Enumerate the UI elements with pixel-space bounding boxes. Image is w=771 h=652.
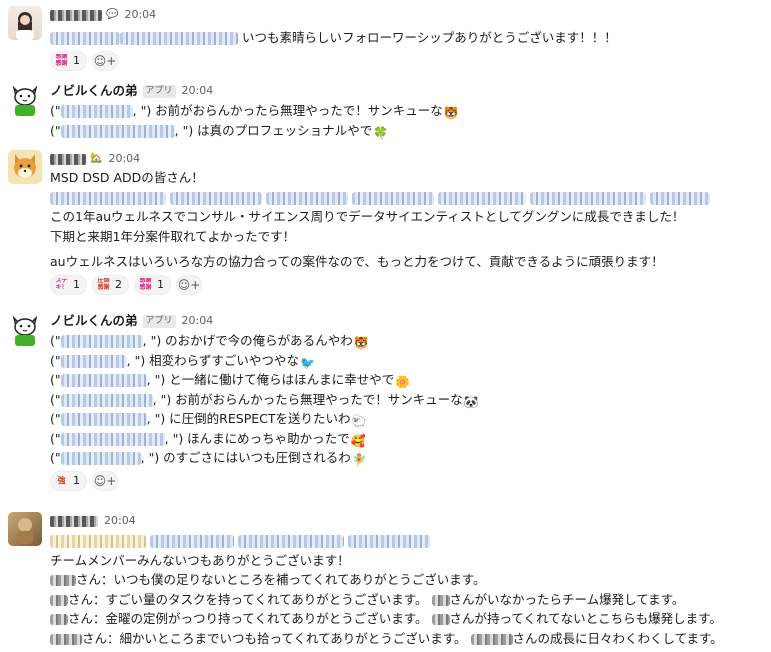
reaction-tsuyoi[interactable]: 強い 1 (50, 470, 87, 491)
name-redacted (50, 633, 82, 645)
tiger-emoji: 🐯 (443, 106, 459, 120)
clover-emoji: 🍀 (373, 125, 389, 140)
cat-bot-icon (12, 85, 38, 116)
reaction-bar: ステ キ！ 1 圧倒 感謝 2 感謝 感謝 1 ☺+ (50, 274, 765, 296)
author-name-redacted[interactable] (50, 9, 102, 21)
reaction-attoteki-kansha[interactable]: 圧倒 感謝 2 (92, 274, 129, 295)
figurine-avatar-icon (17, 518, 33, 544)
kansha-emoji-icon: 感謝 感謝 (139, 278, 152, 291)
fairy-emoji: 🧚 (351, 453, 367, 467)
cat-bot-icon (12, 315, 38, 346)
mention-redacted[interactable] (649, 191, 710, 205)
timestamp[interactable]: 20:04 (182, 312, 214, 330)
panda-emoji: 🐼 (463, 394, 479, 409)
add-reaction-button[interactable]: ☺+ (176, 274, 202, 295)
avatar[interactable] (8, 512, 42, 546)
timestamp[interactable]: 20:04 (124, 6, 156, 24)
app-tag: アプリ (142, 314, 176, 328)
blossom-emoji: 🌼 (395, 375, 411, 389)
mention-redacted[interactable] (437, 191, 526, 205)
author-name-redacted[interactable] (50, 515, 98, 527)
mention-redacted[interactable] (60, 393, 153, 407)
mention-redacted[interactable] (50, 32, 120, 45)
name-redacted (50, 575, 76, 586)
mention-redacted[interactable] (60, 413, 147, 426)
avatar[interactable] (8, 150, 42, 184)
author-name[interactable]: ノビルくんの弟 (50, 312, 138, 330)
name-redacted (431, 614, 450, 625)
mention-redacted[interactable] (169, 191, 262, 205)
name-redacted (50, 594, 68, 606)
shiba-dog-icon (14, 154, 36, 178)
mention-redacted[interactable] (351, 191, 434, 205)
speech-bubble-icon: 💬 (106, 9, 119, 20)
bird-emoji: 🐦 (299, 355, 315, 370)
message-text: いつも素晴らしいフォローワーシップありがとうございます！！！ (241, 30, 617, 45)
sheep-emoji: 🐑 (351, 414, 367, 428)
person-avatar-icon (16, 12, 34, 40)
suteki-emoji-icon: ステ キ！ (55, 278, 68, 291)
add-reaction-button[interactable]: ☺+ (92, 50, 118, 71)
mention-redacted[interactable] (237, 535, 344, 548)
name-redacted (470, 633, 513, 645)
house-icon: 🏡 (90, 153, 103, 164)
attoteki-kansha-emoji-icon: 圧倒 感謝 (97, 278, 110, 291)
reaction-suteki[interactable]: ステ キ！ 1 (50, 274, 87, 295)
avatar[interactable] (8, 6, 42, 40)
reaction-bar: 強い 1 ☺+ (50, 470, 765, 492)
mention-redacted[interactable] (60, 335, 143, 348)
mention-redacted[interactable] (120, 32, 238, 45)
reaction-kansha[interactable]: 感謝 感謝 1 (50, 50, 87, 71)
timestamp[interactable]: 20:04 (108, 150, 140, 168)
name-redacted (431, 594, 450, 606)
mention-redacted[interactable] (60, 105, 133, 118)
mention-redacted[interactable] (149, 535, 234, 548)
author-name-redacted[interactable] (50, 153, 86, 165)
mention-list (50, 531, 765, 551)
mention-redacted[interactable] (60, 374, 147, 387)
mention-list (50, 188, 765, 208)
mention-redacted[interactable] (60, 354, 127, 368)
mention-redacted[interactable] (347, 535, 430, 548)
name-redacted (50, 614, 68, 625)
smiling-face-with-hearts-emoji: 🥰 (350, 433, 366, 448)
mention-redacted[interactable] (50, 191, 166, 205)
timestamp[interactable]: 20:04 (182, 82, 214, 100)
bot-avatar[interactable] (8, 82, 42, 116)
mention-redacted[interactable] (60, 452, 141, 465)
tsuyoi-emoji-icon: 強い (57, 476, 66, 485)
mention-redacted-self[interactable] (50, 535, 146, 548)
message-title: MSD DSD ADDの皆さん！ (50, 170, 204, 185)
mention-redacted[interactable] (60, 124, 175, 138)
mention-redacted[interactable] (529, 191, 646, 205)
tiger-emoji: 🐯 (353, 336, 369, 350)
kansha-emoji-icon: 感謝 感謝 (55, 54, 68, 67)
author-name[interactable]: ノビルくんの弟 (50, 82, 138, 100)
add-reaction-button[interactable]: ☺+ (92, 470, 118, 491)
mention-redacted[interactable] (60, 432, 165, 446)
bot-avatar[interactable] (8, 312, 42, 346)
app-tag: アプリ (142, 84, 176, 98)
reaction-kansha[interactable]: 感謝 感謝 1 (134, 274, 171, 295)
timestamp[interactable]: 20:04 (104, 512, 136, 530)
reaction-bar: 感謝 感謝 1 ☺+ (50, 50, 765, 72)
mention-redacted[interactable] (265, 191, 348, 205)
